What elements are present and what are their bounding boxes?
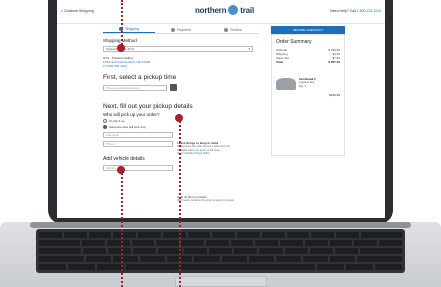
pickup-note [103,94,259,97]
store-info: NTC - Portland Gallery 1234 Northtrail P… [103,56,259,68]
help-find-line: We'll reach out when the order is ready … [177,199,235,203]
summary-label: Total [276,60,283,64]
tab-label: Review [230,27,242,32]
shipping-method-select[interactable]: Ordered Pickup (0.0) ▾ [103,46,253,52]
laptop-screen: < Continue Shopping northern trail Need … [57,0,385,218]
site-header: < Continue Shopping northern trail Need … [57,0,385,24]
shipping-method-heading: Shipping Method [103,38,137,43]
calendar-icon[interactable] [170,84,177,91]
radio-label: I'll pick it up [109,119,125,123]
brand-logo[interactable]: northern trail [195,5,254,15]
pickup-time-row: Choose a pickup window [103,84,259,91]
step-icon [224,27,229,32]
radio-icon [103,119,107,123]
logo-mark-icon [228,5,239,15]
tab-review[interactable]: Review [207,26,259,33]
summary-value: $ 257.49 [328,60,340,64]
pickup-time-input[interactable]: Choose a pickup window [103,84,167,91]
tab-payment[interactable]: Payment [155,26,207,33]
tent-thumbnail [276,78,296,90]
pickup-policy-link[interactable]: View Curbside Pickup Policy [177,152,257,155]
radio-selected-icon [103,125,107,129]
order-summary: Order Summary Subtotal $ 249.99 Shipping $… [271,34,345,156]
checkout-steps: Shipping Payment Review [103,26,259,34]
tab-label: Shipping [125,27,139,31]
order-sidebar: SECURE CHECKOUT Order Summary Subtotal $ … [271,26,345,156]
radio-someone-else[interactable]: Someone else will pick it up [103,125,259,129]
vehicle-details-heading: Add vehicle details [103,156,145,162]
help-find-box: Help us find you faster We'll reach out … [177,195,257,203]
secure-checkout-button[interactable]: SECURE CHECKOUT [271,26,345,34]
store-phone-link[interactable]: ✆ (503) 555-1234 [103,64,259,68]
tab-shipping[interactable]: Shipping [103,26,155,33]
laptop-hinge [30,222,411,228]
phone-input[interactable]: Phone * [103,141,173,147]
item-quantity: Qty: 1 [299,84,306,88]
marker-guide-line [179,118,181,287]
laptop-trackpad [175,276,267,287]
store-phone: (503) 555-1234 [106,64,127,68]
full-name-input[interactable]: Full name [103,132,173,138]
cart-item[interactable]: Stormbreak 2 2 person tent Qty: 1 [276,78,340,90]
radio-label: Someone else will pick it up [109,125,146,129]
help-phone-link[interactable]: 1.800.123.1234 [357,9,381,13]
summary-total-row: Total $ 257.49 [276,60,340,64]
chevron-down-icon: ▾ [248,47,250,51]
help-line: Need Help? Call 1.800.123.1234 [330,9,381,13]
step-icon [171,27,176,32]
marker-dot [117,44,125,52]
logo-text: northern [195,5,227,15]
order-summary-title: Order Summary [276,39,312,45]
marker-guide-line [121,0,123,48]
item-price: $249.99 [329,93,340,97]
pickup-info-box: Leave things to keep in mind Please have… [177,141,257,156]
pickup-time-heading: First, select a pickup time [103,74,177,81]
logo-text-2: trail [240,5,254,15]
laptop-keyboard [36,229,405,273]
pickup-details-heading: Next, fill out your pickup details [103,103,193,110]
help-prefix: Need Help? Call [330,9,356,13]
marker-dot [117,166,125,174]
tab-label: Payment [177,27,191,32]
vehicle-input[interactable]: Vehicle [103,165,173,171]
cart-item-info: Stormbreak 2 2 person tent Qty: 1 [299,78,316,90]
continue-shopping-link[interactable]: < Continue Shopping [61,9,94,13]
marker-dot [175,114,183,122]
marker-guide-line [121,170,123,287]
